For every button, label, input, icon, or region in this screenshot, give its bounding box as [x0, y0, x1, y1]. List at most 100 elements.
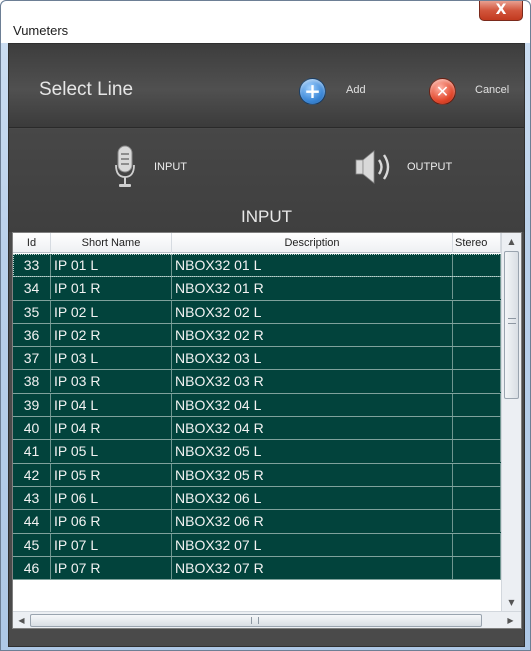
cell-short-name: IP 04 R: [51, 417, 172, 440]
cell-stereo: [453, 417, 501, 440]
cell-stereo: [453, 370, 501, 393]
cell-description: NBOX32 07 L: [172, 533, 453, 556]
cell-description: NBOX32 04 R: [172, 417, 453, 440]
scroll-right-icon[interactable]: ▶: [502, 612, 519, 628]
cell-id: 37: [13, 347, 51, 370]
table-body: 33 IP 01 L NBOX32 01 L 34 IP 01 R NBOX32 01 R…: [13, 254, 501, 609]
table-row[interactable]: 35 IP 02 L NBOX32 02 L: [13, 300, 501, 324]
input-mode-button[interactable]: INPUT: [154, 161, 187, 173]
table-row[interactable]: 40 IP 04 R NBOX32 04 R: [13, 417, 501, 441]
cell-description: NBOX32 07 R: [172, 556, 453, 579]
cell-description: NBOX32 03 R: [172, 370, 453, 393]
cell-id: 35: [13, 300, 51, 323]
title-bar[interactable]: Vumeters X: [1, 1, 530, 43]
cell-id: 45: [13, 533, 51, 556]
cell-stereo: [453, 254, 501, 276]
cell-description: NBOX32 02 R: [172, 323, 453, 346]
cell-id: 42: [13, 463, 51, 486]
table-row[interactable]: 37 IP 03 L NBOX32 03 L: [13, 347, 501, 371]
cell-short-name: IP 03 L: [51, 347, 172, 370]
cell-stereo: [453, 277, 501, 300]
table-row[interactable]: 44 IP 06 R NBOX32 06 R: [13, 510, 501, 534]
cell-stereo: [453, 323, 501, 346]
microphone-icon[interactable]: [115, 145, 135, 189]
cell-short-name: IP 03 R: [51, 370, 172, 393]
table-row[interactable]: 43 IP 06 L NBOX32 06 L: [13, 486, 501, 511]
close-icon: X: [495, 2, 507, 18]
cell-id: 34: [13, 277, 51, 300]
cell-description: NBOX32 05 R: [172, 463, 453, 486]
toolbar: Select Line + Add ✕ Cancel: [9, 44, 524, 128]
cell-description: NBOX32 06 R: [172, 510, 453, 533]
cell-id: 44: [13, 510, 51, 533]
cell-stereo: [453, 440, 501, 463]
cell-short-name: IP 04 L: [51, 393, 172, 416]
cell-description: NBOX32 04 L: [172, 393, 453, 416]
cell-stereo: [453, 300, 501, 323]
cell-short-name: IP 06 L: [51, 486, 172, 509]
cell-description: NBOX32 05 L: [172, 440, 453, 463]
cell-description: NBOX32 01 R: [172, 277, 453, 300]
horizontal-scroll-thumb[interactable]: [30, 614, 482, 627]
table-row[interactable]: 39 IP 04 L NBOX32 04 L: [13, 393, 501, 418]
table-row[interactable]: 36 IP 02 R NBOX32 02 R: [13, 323, 501, 348]
table-row[interactable]: 34 IP 01 R NBOX32 01 R: [13, 277, 501, 301]
cell-short-name: IP 02 L: [51, 300, 172, 323]
vertical-scrollbar[interactable]: ▲ ▼: [501, 233, 521, 611]
cell-short-name: IP 07 R: [51, 556, 172, 579]
add-button[interactable]: +: [299, 78, 326, 105]
output-mode-button[interactable]: OUTPUT: [407, 161, 452, 173]
main-panel: Select Line + Add ✕ Cancel INPUT OUTPUT …: [8, 43, 525, 647]
add-label[interactable]: Add: [346, 84, 366, 96]
cancel-button[interactable]: ✕: [429, 78, 456, 105]
horizontal-scrollbar[interactable]: ◀ ▶: [13, 611, 521, 628]
table-row[interactable]: 46 IP 07 R NBOX32 07 R: [13, 556, 501, 581]
speaker-icon[interactable]: [354, 145, 398, 189]
table-row[interactable]: 41 IP 05 L NBOX32 05 L: [13, 440, 501, 464]
cell-description: NBOX32 06 L: [172, 486, 453, 509]
scroll-left-icon[interactable]: ◀: [13, 612, 30, 628]
cell-id: 43: [13, 486, 51, 509]
close-button[interactable]: X: [479, 1, 523, 21]
cell-stereo: [453, 347, 501, 370]
cell-description: NBOX32 02 L: [172, 300, 453, 323]
cell-short-name: IP 01 R: [51, 277, 172, 300]
window-title: Vumeters: [13, 23, 69, 38]
scroll-down-icon[interactable]: ▼: [502, 594, 521, 611]
cell-short-name: IP 05 R: [51, 463, 172, 486]
grip-icon: [508, 318, 516, 324]
cell-stereo: [453, 556, 501, 579]
mode-selector: INPUT OUTPUT INPUT: [9, 129, 524, 232]
cell-id: 39: [13, 393, 51, 416]
section-heading: INPUT: [241, 207, 292, 226]
column-header-description[interactable]: Description: [172, 233, 453, 253]
cell-short-name: IP 02 R: [51, 323, 172, 346]
scroll-up-icon[interactable]: ▲: [502, 233, 521, 250]
column-header-id[interactable]: Id: [13, 233, 51, 253]
grip-icon: [251, 617, 259, 624]
plus-icon: +: [304, 79, 321, 103]
cell-id: 46: [13, 556, 51, 579]
cell-id: 41: [13, 440, 51, 463]
cancel-label[interactable]: Cancel: [475, 84, 509, 96]
cell-id: 40: [13, 417, 51, 440]
vumeters-window: Vumeters X Select Line + Add ✕ Cancel IN…: [0, 0, 531, 651]
cell-id: 33: [13, 254, 51, 276]
lines-table: Id Short Name Description Stereo 33 IP 01…: [12, 232, 522, 629]
table-row[interactable]: 45 IP 07 L NBOX32 07 L: [13, 533, 501, 557]
column-header-stereo[interactable]: Stereo: [453, 233, 501, 253]
cell-short-name: IP 06 R: [51, 510, 172, 533]
cell-short-name: IP 05 L: [51, 440, 172, 463]
vertical-scroll-thumb[interactable]: [504, 251, 519, 399]
table-row[interactable]: 33 IP 01 L NBOX32 01 L: [13, 254, 501, 278]
cell-stereo: [453, 533, 501, 556]
x-icon: ✕: [435, 82, 450, 101]
cell-id: 38: [13, 370, 51, 393]
table-row[interactable]: 42 IP 05 R NBOX32 05 R: [13, 463, 501, 487]
cell-description: NBOX32 03 L: [172, 347, 453, 370]
column-header-short-name[interactable]: Short Name: [51, 233, 172, 253]
table-header: Id Short Name Description Stereo: [13, 233, 501, 253]
cell-description: NBOX32 01 L: [172, 254, 453, 276]
table-row[interactable]: 38 IP 03 R NBOX32 03 R: [13, 370, 501, 394]
cell-short-name: IP 01 L: [51, 254, 172, 276]
